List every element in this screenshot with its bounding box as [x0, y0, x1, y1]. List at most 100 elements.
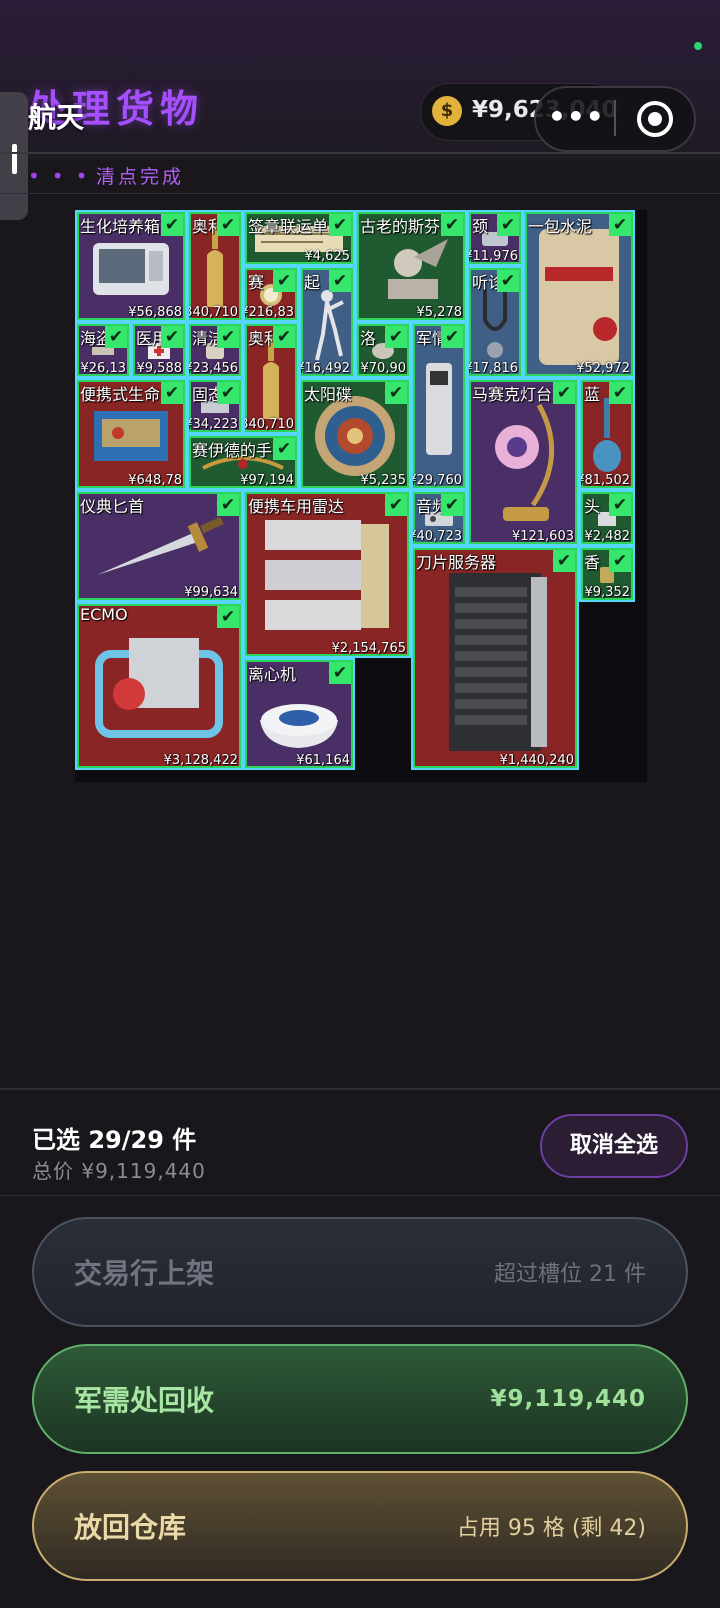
item-name: 香 — [584, 553, 601, 572]
header-divider — [0, 152, 720, 154]
item-price: ¥2,482 — [584, 529, 631, 544]
item-price: ¥99,634 — [184, 585, 238, 600]
item-price: ¥2,154,765 — [331, 641, 406, 656]
item-cell[interactable]: 古老的斯芬 ¥5,278 ✔ — [355, 210, 467, 322]
item-cell[interactable]: 离心机 ¥61,164 ✔ — [243, 658, 355, 770]
return-to-warehouse-button[interactable]: 放回仓库 占用 95 格 (剩 42) — [32, 1471, 688, 1581]
item-cell[interactable]: 赛 ¥216,83 ✔ — [243, 266, 299, 322]
item-cell[interactable]: 洛 ¥70,90 ✔ — [355, 322, 411, 378]
checkbox-checked-icon[interactable]: ✔ — [441, 214, 463, 236]
checkbox-checked-icon[interactable]: ✔ — [273, 326, 295, 348]
warehouse-capacity: 占用 95 格 (剩 42) — [456, 1516, 646, 1541]
item-cell[interactable]: 生化培养箱 ¥56,868 ✔ — [75, 210, 187, 322]
more-options-button[interactable]: ••• — [548, 100, 605, 133]
item-cell[interactable]: 便携车用雷达 ¥2,154,765 ✔ — [243, 490, 411, 658]
item-price: ¥3,128,422 — [163, 753, 238, 768]
checkbox-checked-icon[interactable]: ✔ — [273, 438, 295, 460]
item-name: 刀片服务器 — [416, 553, 497, 572]
item-cell[interactable]: 海盗 ¥26,13 ✔ — [75, 322, 131, 378]
item-cell[interactable]: 马赛克灯台 ¥121,603 ✔ — [467, 378, 579, 546]
checkbox-checked-icon[interactable]: ✔ — [105, 326, 127, 348]
item-cell[interactable]: 奥利 340,710 ✔ — [187, 210, 243, 322]
recycle-amount: ¥9,119,440 — [490, 1386, 646, 1412]
checkbox-checked-icon[interactable]: ✔ — [329, 270, 351, 292]
sun-plate-image — [315, 396, 395, 477]
item-cell[interactable]: ECMO ¥3,128,422 ✔ — [75, 602, 243, 770]
item-name: 赛 — [248, 273, 265, 292]
item-cell[interactable]: 头 ¥2,482 ✔ — [579, 490, 635, 546]
checkbox-checked-icon[interactable]: ✔ — [217, 214, 239, 236]
item-price: 340,710 — [187, 305, 238, 320]
bottle-image — [263, 337, 279, 420]
checkbox-checked-icon[interactable]: ✔ — [217, 606, 239, 628]
checkbox-checked-icon[interactable]: ✔ — [161, 382, 183, 404]
item-cell[interactable]: 听诊 ¥17,816 ✔ — [467, 266, 523, 378]
checkbox-checked-icon[interactable]: ✔ — [609, 214, 631, 236]
item-name: 仪典匕首 — [80, 497, 145, 516]
bottle-image — [207, 225, 223, 308]
item-price: ¥1,440,240 — [499, 753, 574, 768]
item-cell[interactable]: 一包水泥 ¥52,972 ✔ — [523, 210, 635, 378]
item-cell[interactable]: 签章联运单 ¥4,625 ✔ — [243, 210, 355, 266]
checkbox-checked-icon[interactable]: ✔ — [161, 326, 183, 348]
checkbox-checked-icon[interactable]: ✔ — [329, 214, 351, 236]
selection-total: 总价 ¥9,119,440 — [32, 1159, 206, 1183]
checkbox-checked-icon[interactable]: ✔ — [609, 550, 631, 572]
checkbox-checked-icon[interactable]: ✔ — [497, 270, 519, 292]
item-price: ¥97,194 — [240, 473, 294, 488]
item-cell[interactable]: 刀片服务器 ¥1,440,240 ✔ — [411, 546, 579, 770]
bottom-panel-divider-2 — [0, 1195, 720, 1196]
item-price: ¥17,816 — [467, 361, 518, 376]
item-cell[interactable]: 赛伊德的手 ¥97,194 ✔ — [187, 434, 299, 490]
checkbox-checked-icon[interactable]: ✔ — [329, 662, 351, 684]
checkbox-checked-icon[interactable]: ✔ — [609, 382, 631, 404]
checkbox-checked-icon[interactable]: ✔ — [217, 382, 239, 404]
checkbox-checked-icon[interactable]: ✔ — [217, 494, 239, 516]
list-on-market-button[interactable]: 交易行上架 超过槽位 21 件 — [32, 1217, 688, 1327]
item-cell[interactable]: 香 ¥9,352 ✔ — [579, 546, 635, 602]
item-cell[interactable]: 医用 ¥9,588 ✔ — [131, 322, 187, 378]
ecmo-machine-image — [95, 638, 223, 739]
item-price: ¥4,625 — [304, 249, 351, 264]
list-on-market-note: 超过槽位 21 件 — [494, 1262, 646, 1287]
checkbox-checked-icon[interactable]: ✔ — [497, 214, 519, 236]
checkbox-checked-icon[interactable]: ✔ — [609, 494, 631, 516]
checkbox-checked-icon[interactable]: ✔ — [217, 326, 239, 348]
drawer-handle-bar — [12, 144, 17, 174]
blade-server-image — [449, 573, 547, 752]
incubator-image — [93, 243, 169, 296]
checkbox-checked-icon[interactable]: ✔ — [385, 326, 407, 348]
checkbox-checked-icon[interactable]: ✔ — [273, 270, 295, 292]
item-cell[interactable]: 颈 ¥11,976 ✔ — [467, 210, 523, 266]
item-cell[interactable]: 音频 ¥40,723 ✔ — [411, 490, 467, 546]
item-cell[interactable]: 蓝 ¥81,502 ✔ — [579, 378, 635, 490]
checkbox-checked-icon[interactable]: ✔ — [441, 494, 463, 516]
checkbox-checked-icon[interactable]: ✔ — [385, 382, 407, 404]
dagger-image — [97, 517, 224, 576]
recycle-button[interactable]: 军需处回收 ¥9,119,440 — [32, 1344, 688, 1454]
list-on-market-label: 交易行上架 — [74, 1257, 215, 1290]
item-name: 古老的斯芬 — [360, 217, 441, 236]
life-support-device-image — [94, 411, 168, 462]
item-price: ¥56,868 — [128, 305, 182, 320]
checkbox-checked-icon[interactable]: ✔ — [553, 550, 575, 572]
close-miniprogram-icon[interactable] — [637, 101, 673, 137]
item-name: 便携式生命 — [80, 385, 161, 404]
checkbox-checked-icon[interactable]: ✔ — [441, 326, 463, 348]
item-cell[interactable]: 固态 ¥34,223 ✔ — [187, 378, 243, 434]
vehicle-radar-image — [265, 520, 389, 631]
checkbox-checked-icon[interactable]: ✔ — [385, 494, 407, 516]
item-cell[interactable]: 军情 ¥29,760 ✔ — [411, 322, 467, 490]
item-cell[interactable]: 太阳碟 ¥5,235 ✔ — [299, 378, 411, 490]
checkbox-checked-icon[interactable]: ✔ — [553, 382, 575, 404]
item-cell[interactable]: 便携式生命 ¥648,78 ✔ — [75, 378, 187, 490]
recycle-label: 军需处回收 — [74, 1384, 215, 1417]
item-cell[interactable]: 仪典匕首 ¥99,634 ✔ — [75, 490, 243, 602]
item-cell[interactable]: 起 ¥16,492 ✔ — [299, 266, 355, 378]
item-cell[interactable]: 奥利 340,710 ✔ — [243, 322, 299, 434]
checkbox-checked-icon[interactable]: ✔ — [161, 214, 183, 236]
cement-bag-image — [539, 229, 619, 366]
item-cell[interactable]: 清洁 ¥23,456 ✔ — [187, 322, 243, 378]
deselect-all-button[interactable]: 取消全选 — [540, 1114, 688, 1178]
return-to-warehouse-label: 放回仓库 — [74, 1511, 187, 1544]
